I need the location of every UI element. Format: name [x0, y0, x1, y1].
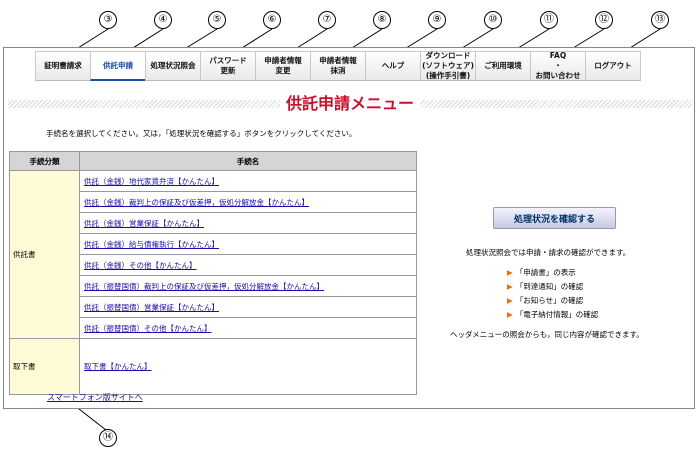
- nav-download[interactable]: ダウンロード (ソフトウェア) (操作手引書): [420, 51, 476, 81]
- nav-status-inquiry[interactable]: 処理状況照会: [145, 51, 201, 81]
- page-title: 供託申請メニュー: [0, 90, 700, 114]
- category-withdrawal: 取下書: [9, 338, 80, 395]
- procedure-link[interactable]: 供託（振替国債）裁判上の保証及び仮差押，仮処分解放金【かんたん】: [79, 275, 417, 297]
- nav-applicant-info-change[interactable]: 申請者情報 変更: [255, 51, 311, 81]
- nav-deposit-application[interactable]: 供託申請: [90, 51, 146, 81]
- nav-applicant-info-delete[interactable]: 申請者情報 抹消: [310, 51, 366, 81]
- nav-help[interactable]: ヘルプ: [365, 51, 421, 81]
- column-header-procedure: 手続名: [79, 151, 417, 171]
- header-note-text: ヘッダメニューの照会からも，同じ内容が確認できます。: [450, 330, 644, 339]
- procedure-table: 手続分類 手続名 供託書 供託（金銭）地代家賃弁済【かんたん】 供託（金銭）裁判…: [9, 151, 417, 395]
- status-bullet: ▶ 「申請書」の表示: [507, 268, 576, 277]
- status-bullet: ▶ 「電子納付情報」の確認: [507, 310, 599, 319]
- column-header-category: 手続分類: [9, 151, 80, 171]
- category-deposit: 供託書: [9, 170, 80, 339]
- procedure-link[interactable]: 供託（金銭）地代家賃弁済【かんたん】: [79, 170, 417, 192]
- status-bullet: ▶ 「到達通知」の確認: [507, 282, 584, 291]
- procedure-link[interactable]: 取下書【かんたん】: [79, 338, 417, 395]
- procedure-link[interactable]: 供託（振替国債）その他【かんたん】: [79, 317, 417, 339]
- arrow-icon: ▶: [507, 268, 513, 277]
- procedure-link[interactable]: 供託（金銭）給与債権執行【かんたん】: [79, 233, 417, 255]
- arrow-icon: ▶: [507, 282, 513, 291]
- smartphone-site-link[interactable]: スマートフォン版サイトへ: [47, 392, 143, 403]
- procedure-link[interactable]: 供託（金銭）その他【かんたん】: [79, 254, 417, 276]
- procedure-link[interactable]: 供託（振替国債）営業保証【かんたん】: [79, 296, 417, 318]
- header-nav: 証明書請求 供託申請 処理状況照会 パスワード 更新 申請者情報 変更 申請者情…: [35, 51, 641, 81]
- status-bullet: ▶ 「お知らせ」の確認: [507, 296, 584, 305]
- nav-faq-contact[interactable]: FAQ ・ お問い合わせ: [530, 51, 586, 81]
- arrow-icon: ▶: [507, 296, 513, 305]
- status-info-text: 処理状況照会では申請・請求の確認ができます。: [466, 248, 631, 257]
- procedure-link[interactable]: 供託（金銭）営業保証【かんたん】: [79, 212, 417, 234]
- arrow-icon: ▶: [507, 310, 513, 319]
- nav-certificate-request[interactable]: 証明書請求: [35, 51, 91, 81]
- nav-password-update[interactable]: パスワード 更新: [200, 51, 256, 81]
- check-status-button[interactable]: 処理状況を確認する: [493, 207, 616, 229]
- instruction-text: 手続名を選択してください。又は，「処理状況を確認する」ボタンをクリックしてくださ…: [46, 129, 357, 138]
- nav-logout[interactable]: ログアウト: [585, 51, 641, 81]
- procedure-link[interactable]: 供託（金銭）裁判上の保証及び仮差押，仮処分解放金【かんたん】: [79, 191, 417, 213]
- nav-usage-environment[interactable]: ご利用環境: [475, 51, 531, 81]
